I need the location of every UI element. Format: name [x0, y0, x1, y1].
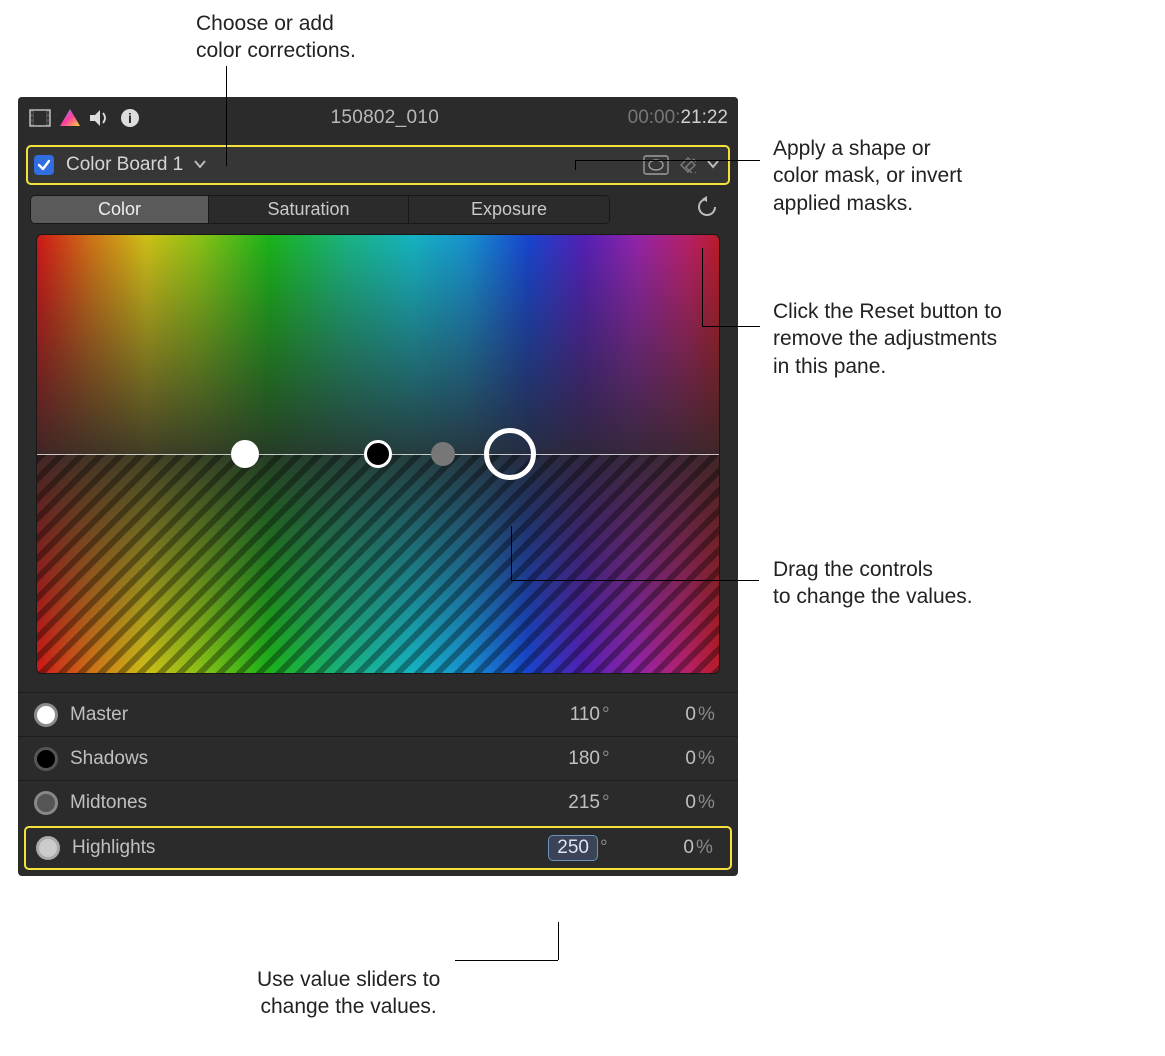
midtones-pct-value[interactable]: 0 — [626, 792, 696, 814]
tab-exposure[interactable]: Exposure — [409, 196, 609, 223]
deg-unit: ° — [600, 748, 626, 770]
row-label: Highlights — [72, 837, 272, 859]
value-rows: Master 110 ° 0 % Shadows 180 ° 0 % Midto… — [18, 692, 738, 870]
row-master: Master 110 ° 0 % — [18, 692, 738, 736]
row-shadows: Shadows 180 ° 0 % — [18, 736, 738, 780]
pct-unit: % — [696, 792, 722, 814]
callout-mask: Apply a shape or color mask, or invert a… — [773, 135, 962, 217]
tab-saturation[interactable]: Saturation — [209, 196, 409, 223]
timecode-active: 21:22 — [680, 107, 728, 128]
filmstrip-icon[interactable] — [28, 106, 52, 130]
puck-shadows[interactable] — [364, 440, 392, 468]
shadows-swatch-icon — [34, 747, 58, 771]
callout-choose: Choose or add color corrections. — [196, 10, 356, 65]
correction-label[interactable]: Color Board 1 — [66, 154, 183, 176]
speaker-icon[interactable] — [88, 106, 112, 130]
color-prism-icon[interactable] — [58, 106, 82, 130]
mask-button[interactable] — [642, 153, 670, 177]
row-label: Midtones — [70, 792, 270, 814]
keyframe-diamond-icon[interactable] — [678, 155, 698, 175]
svg-text:i: i — [128, 110, 132, 126]
info-icon[interactable]: i — [118, 106, 142, 130]
timecode: 00:00:21:22 — [628, 107, 728, 129]
master-deg-value[interactable]: 110 — [530, 704, 600, 726]
pct-unit: % — [694, 837, 720, 859]
midtones-deg-value[interactable]: 215 — [530, 792, 600, 814]
master-swatch-icon — [34, 703, 58, 727]
shadows-pct-value[interactable]: 0 — [626, 748, 696, 770]
deg-unit: ° — [600, 704, 626, 726]
callout-reset: Click the Reset button to remove the adj… — [773, 298, 1002, 380]
pct-unit: % — [696, 748, 722, 770]
highlights-deg-value[interactable]: 250 — [548, 835, 598, 861]
tab-color[interactable]: Color — [31, 196, 209, 223]
reset-button[interactable] — [696, 196, 718, 223]
correction-chevron-down-icon[interactable] — [193, 156, 207, 174]
row-highlights: Highlights 250 ° 0 % — [24, 826, 732, 870]
options-chevron-down-icon[interactable] — [706, 156, 722, 174]
puck-master[interactable] — [231, 440, 259, 468]
callout-slider: Use value sliders to change the values. — [257, 966, 440, 1021]
highlights-pct-value[interactable]: 0 — [624, 837, 694, 859]
correction-enable-checkbox[interactable] — [34, 155, 54, 175]
deg-unit: ° — [598, 837, 624, 859]
master-pct-value[interactable]: 0 — [626, 704, 696, 726]
deg-unit: ° — [600, 792, 626, 814]
row-label: Master — [70, 704, 270, 726]
clip-name: 150802_010 — [148, 107, 622, 129]
puck-highlights[interactable] — [484, 428, 536, 480]
pct-unit: % — [696, 704, 722, 726]
correction-header: Color Board 1 — [26, 145, 730, 185]
color-inspector-panel: i 150802_010 00:00:21:22 Color Board 1 C… — [18, 97, 738, 876]
puck-midtones[interactable] — [431, 442, 455, 466]
highlights-swatch-icon — [36, 836, 60, 860]
pane-tabs: Color Saturation Exposure — [18, 195, 738, 234]
color-board[interactable] — [36, 234, 720, 674]
timecode-muted: 00:00: — [628, 107, 681, 128]
row-midtones: Midtones 215 ° 0 % — [18, 780, 738, 824]
row-label: Shadows — [70, 748, 270, 770]
shadows-deg-value[interactable]: 180 — [530, 748, 600, 770]
midtones-swatch-icon — [34, 791, 58, 815]
inspector-header: i 150802_010 00:00:21:22 — [18, 97, 738, 139]
callout-drag: Drag the controls to change the values. — [773, 556, 973, 611]
